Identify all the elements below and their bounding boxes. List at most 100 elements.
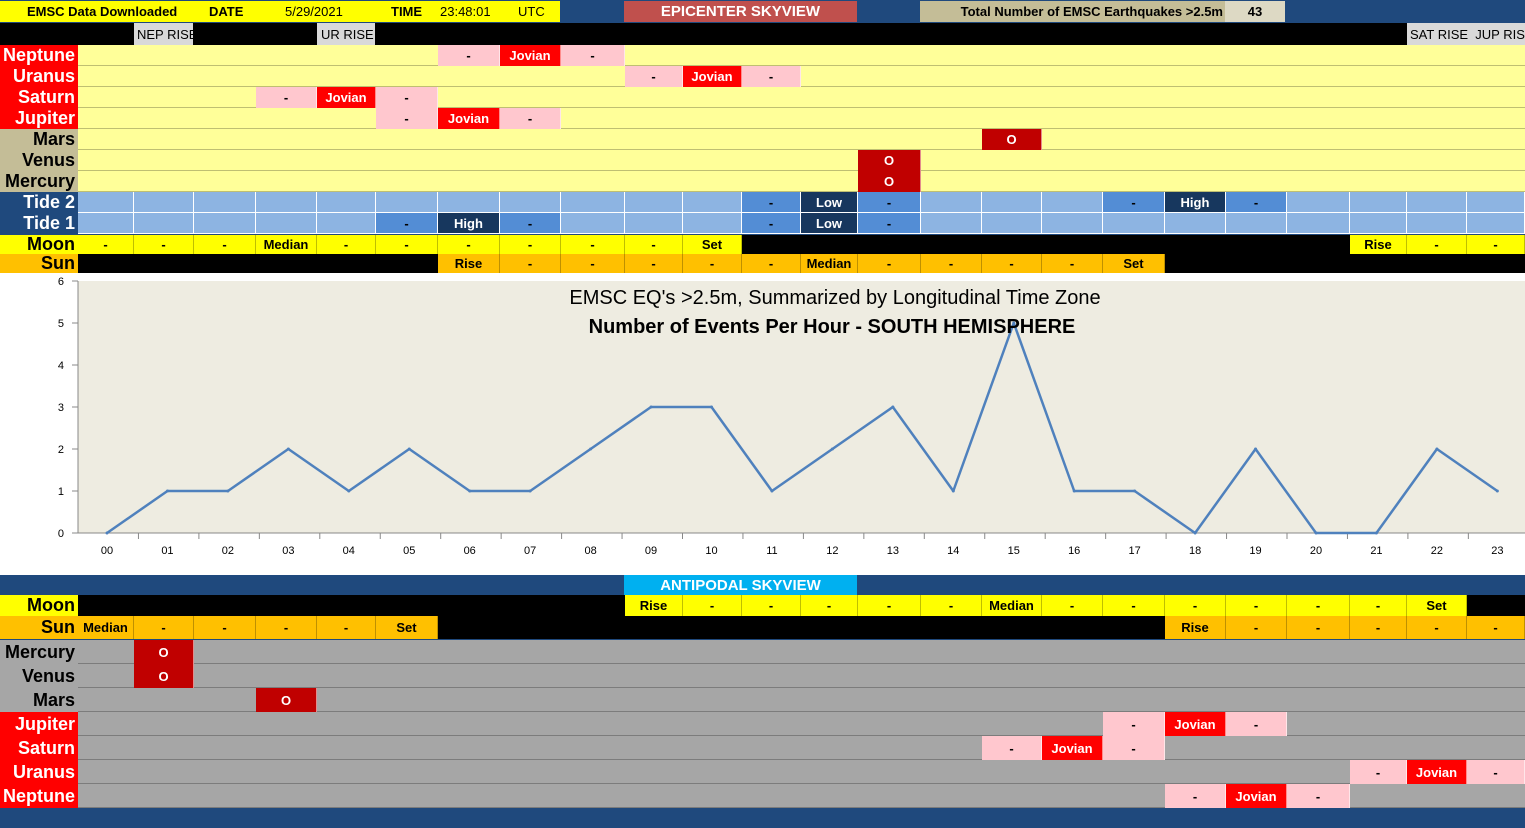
epicenter-moon-cell-22: - [1407, 235, 1467, 254]
data-point-18 [1193, 531, 1197, 535]
tide2-cell-18: High [1165, 192, 1226, 213]
antipodal-sun-cell-7 [500, 616, 561, 639]
data-point-08 [589, 447, 593, 451]
antipodal-moon-cell-3 [256, 595, 317, 616]
tide2-cell-20 [1287, 192, 1350, 213]
antipodal-sun-cell-22: - [1407, 616, 1467, 639]
data-point-05 [407, 447, 411, 451]
epicenter-sun-cell-18 [1165, 254, 1226, 273]
epicenter-moon-cell-10: Set [683, 235, 742, 254]
epicenter-venus-cell-13: O [858, 150, 921, 171]
x-tick-label: 18 [1189, 545, 1201, 557]
epicenter-jupiter-cell-7: - [500, 108, 561, 129]
data-point-06 [468, 489, 472, 493]
y-tick-label: 0 [58, 528, 64, 540]
neptune-rise-label: NEP RISE [134, 23, 193, 45]
tide2-cell-12: Low [801, 192, 858, 213]
tide1-cell-0 [78, 213, 134, 234]
epicenter-moon-cell-5: - [376, 235, 438, 254]
epicenter-sun-cell-11: - [742, 254, 801, 273]
tide2-cell-7 [500, 192, 561, 213]
antipodal-sun-cell-17 [1103, 616, 1165, 639]
epicenter-saturn-cell-3: - [256, 87, 317, 108]
skyview-dashboard: EMSC Data Downloaded DATE 5/29/2021 TIME… [0, 0, 1525, 828]
tide2-cell-23 [1467, 192, 1525, 213]
epicenter-track-venus [78, 150, 1525, 171]
epicenter-label-venus: Venus [0, 150, 78, 171]
epicenter-sun-cell-20 [1287, 254, 1350, 273]
tide2-cell-4 [317, 192, 376, 213]
antipodal-uranus-cell-23: - [1467, 760, 1525, 784]
epicenter-sun-cell-5 [376, 254, 438, 273]
antipodal-label-mercury: Mercury [0, 640, 78, 664]
antipodal-label-jupiter: Jupiter [0, 712, 78, 736]
tide1-cell-15 [982, 213, 1042, 234]
data-point-16 [1072, 489, 1076, 493]
epicenter-neptune-cell-6: - [438, 45, 500, 66]
x-tick-label: 21 [1370, 545, 1382, 557]
antipodal-sun-cell-23: - [1467, 616, 1525, 639]
antipodal-sun-cell-0: Median [78, 616, 134, 639]
data-point-04 [347, 489, 351, 493]
antipodal-neptune-cell-19: Jovian [1226, 784, 1287, 808]
date-label: DATE [205, 1, 283, 22]
epicenter-track-uranus [78, 66, 1525, 87]
epicenter-moon-cell-16 [1042, 235, 1103, 254]
tide1-cell-2 [194, 213, 256, 234]
antipodal-neptune-cell-20: - [1287, 784, 1350, 808]
x-tick-label: 03 [282, 545, 294, 557]
antipodal-moon-cell-18: - [1165, 595, 1226, 616]
tide1-cell-6: High [438, 213, 500, 234]
antipodal-moon-label: Moon [0, 595, 78, 616]
antipodal-sun-cell-13 [858, 616, 921, 639]
epicenter-moon-cell-11 [742, 235, 801, 254]
tide2-cell-22 [1407, 192, 1467, 213]
epicenter-moon-cell-2: - [194, 235, 256, 254]
antipodal-skyview-title: ANTIPODAL SKYVIEW [624, 575, 857, 595]
epicenter-sun-cell-21 [1350, 254, 1407, 273]
data-point-13 [891, 405, 895, 409]
chart-subtitle: Number of Events Per Hour - SOUTH HEMISP… [589, 316, 1076, 338]
epicenter-sun-cell-14: - [921, 254, 982, 273]
tide2-cell-14 [921, 192, 982, 213]
events-per-hour-chart: 0123456 00 01 02 03 04 05 06 07 08 09 10 11 12 13 14 15… [58, 276, 1525, 557]
epicenter-sun-cell-6: Rise [438, 254, 500, 273]
antipodal-saturn-cell-16: Jovian [1042, 736, 1103, 760]
epicenter-label-saturn: Saturn [0, 87, 78, 108]
epicenter-moon-cell-17 [1103, 235, 1165, 254]
tide1-cell-20 [1287, 213, 1350, 234]
x-tick-label: 10 [705, 545, 717, 557]
epicenter-sun-cell-13: - [858, 254, 921, 273]
antipodal-moon-cell-20: - [1287, 595, 1350, 616]
antipodal-sun-cell-11 [742, 616, 801, 639]
antipodal-moon-cell-9: Rise [625, 595, 683, 616]
epicenter-sun-cell-0 [78, 254, 134, 273]
antipodal-moon-cell-5 [376, 595, 438, 616]
antipodal-label-venus: Venus [0, 664, 78, 688]
antipodal-sun-cell-6 [438, 616, 500, 639]
tide2-cell-11: - [742, 192, 801, 213]
epicenter-moon-cell-19 [1226, 235, 1287, 254]
data-point-11 [770, 489, 774, 493]
timezone-label: UTC [518, 1, 560, 22]
antipodal-sun-cell-8 [561, 616, 625, 639]
data-point-09 [649, 405, 653, 409]
tide2-cell-17: - [1103, 192, 1165, 213]
epicenter-moon-cell-14 [921, 235, 982, 254]
epicenter-jupiter-cell-5: - [376, 108, 438, 129]
tide1-cell-5: - [376, 213, 438, 234]
antipodal-moon-cell-1 [134, 595, 194, 616]
x-tick-label: 15 [1008, 545, 1020, 557]
epicenter-neptune-cell-8: - [561, 45, 625, 66]
antipodal-sun-cell-19: - [1226, 616, 1287, 639]
epicenter-sun-cell-10: - [683, 254, 742, 273]
epicenter-label-neptune: Neptune [0, 45, 78, 66]
epicenter-moon-cell-9: - [625, 235, 683, 254]
epicenter-mercury-cell-13: O [858, 171, 921, 192]
data-point-01 [165, 489, 169, 493]
epicenter-moon-label: Moon [0, 235, 78, 254]
antipodal-saturn-cell-15: - [982, 736, 1042, 760]
antipodal-moon-cell-0 [78, 595, 134, 616]
x-tick-label: 12 [826, 545, 838, 557]
antipodal-moon-cell-19: - [1226, 595, 1287, 616]
